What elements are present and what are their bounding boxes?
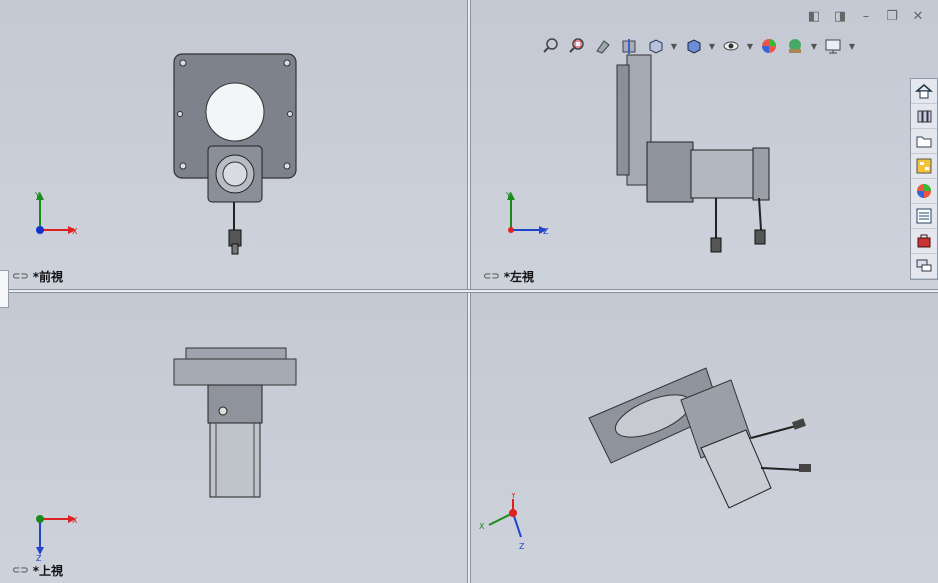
zoom-to-area-button[interactable]	[566, 36, 588, 56]
forum-chat-icon	[916, 259, 932, 272]
zoom-area-icon	[569, 38, 584, 53]
axis-triad-top: X Z	[36, 515, 78, 561]
view-orientation-button[interactable]	[644, 36, 666, 56]
chevron-down-icon[interactable]: ▼	[848, 42, 856, 51]
chevron-down-icon[interactable]: ▼	[810, 42, 818, 51]
chevron-down-icon[interactable]: ▼	[670, 42, 678, 51]
svg-text:Y: Y	[510, 493, 516, 500]
appearance-ball-icon	[762, 39, 776, 53]
zoom-fit-icon	[543, 38, 558, 53]
svg-text:X: X	[72, 227, 78, 236]
restore-icon[interactable]: ❐	[884, 8, 900, 24]
svg-text:Y: Y	[34, 191, 40, 200]
task-pane-custom-properties[interactable]	[911, 204, 937, 229]
prev-pane-icon[interactable]: ◧	[806, 8, 822, 24]
eye-icon	[723, 41, 739, 51]
previous-view-icon	[596, 40, 610, 54]
chevron-down-icon[interactable]: ▼	[708, 42, 716, 51]
previous-view-button[interactable]	[592, 36, 614, 56]
appearances-icon	[917, 184, 931, 198]
axis-triad-front: Y X	[34, 191, 78, 236]
home-icon	[915, 84, 933, 99]
top-view-model	[173, 347, 297, 498]
toolbox-icon	[917, 234, 931, 248]
section-view-icon	[622, 39, 636, 54]
left-view-model	[616, 54, 770, 253]
viewport-iso[interactable]: Y X Z	[471, 293, 938, 583]
viewport-label-top: ⊂⊃ *上視	[12, 564, 64, 578]
svg-text:Z: Z	[36, 554, 42, 561]
link-icon: ⊂⊃	[12, 565, 29, 576]
feature-tree-tab[interactable]	[0, 270, 9, 308]
task-pane-file-explorer[interactable]	[911, 129, 937, 154]
library-icon	[917, 110, 932, 123]
svg-text:Z: Z	[519, 542, 525, 551]
task-pane-forum[interactable]	[911, 254, 937, 279]
monitor-icon	[825, 39, 841, 54]
edit-appearance-button[interactable]	[758, 36, 780, 56]
link-icon: ⊂⊃	[483, 271, 500, 282]
svg-text:X: X	[72, 516, 78, 525]
viewport-label-left: ⊂⊃ *左視	[483, 270, 535, 284]
link-icon: ⊂⊃	[12, 271, 29, 282]
viewport-label-front: ⊂⊃ *前視	[12, 270, 64, 284]
front-view-model	[173, 53, 297, 255]
heads-up-view-toolbar: ▼ ▼ ▼ ▼ ▼	[540, 36, 856, 56]
view-settings-button[interactable]	[822, 36, 844, 56]
display-style-icon	[687, 39, 701, 54]
hide-show-items-button[interactable]	[720, 36, 742, 56]
window-controls: ◧ ◨ – ❐ ✕	[806, 8, 926, 24]
svg-text:Z: Z	[543, 227, 549, 236]
axis-triad-left: Y Z	[505, 191, 549, 236]
scene-icon	[789, 39, 801, 53]
folder-icon	[916, 136, 932, 148]
svg-text:Y: Y	[505, 191, 511, 200]
task-pane	[910, 78, 938, 280]
svg-text:X: X	[479, 522, 485, 531]
close-icon[interactable]: ✕	[910, 8, 926, 24]
task-pane-view-palette[interactable]	[911, 154, 937, 179]
axis-triad-iso: Y X Z	[479, 493, 525, 551]
minimize-icon[interactable]: –	[858, 8, 874, 24]
task-pane-home[interactable]	[911, 79, 937, 104]
zoom-to-fit-button[interactable]	[540, 36, 562, 56]
view-palette-icon	[916, 158, 932, 174]
section-view-button[interactable]	[618, 36, 640, 56]
task-pane-design-library[interactable]	[911, 104, 937, 129]
apply-scene-button[interactable]	[784, 36, 806, 56]
view-cube-icon	[649, 39, 663, 54]
viewport-splitter-horizontal[interactable]	[0, 289, 938, 293]
chevron-down-icon[interactable]: ▼	[746, 42, 754, 51]
task-pane-toolbox[interactable]	[911, 229, 937, 254]
iso-view-model	[588, 367, 811, 509]
task-pane-appearances[interactable]	[911, 179, 937, 204]
viewport-front[interactable]: Y X ⊂⊃ *前視	[0, 0, 467, 289]
properties-list-icon	[916, 208, 932, 224]
next-pane-icon[interactable]: ◨	[832, 8, 848, 24]
viewport-top[interactable]: X Z ⊂⊃ *上視	[0, 293, 467, 583]
display-style-button[interactable]	[682, 36, 704, 56]
